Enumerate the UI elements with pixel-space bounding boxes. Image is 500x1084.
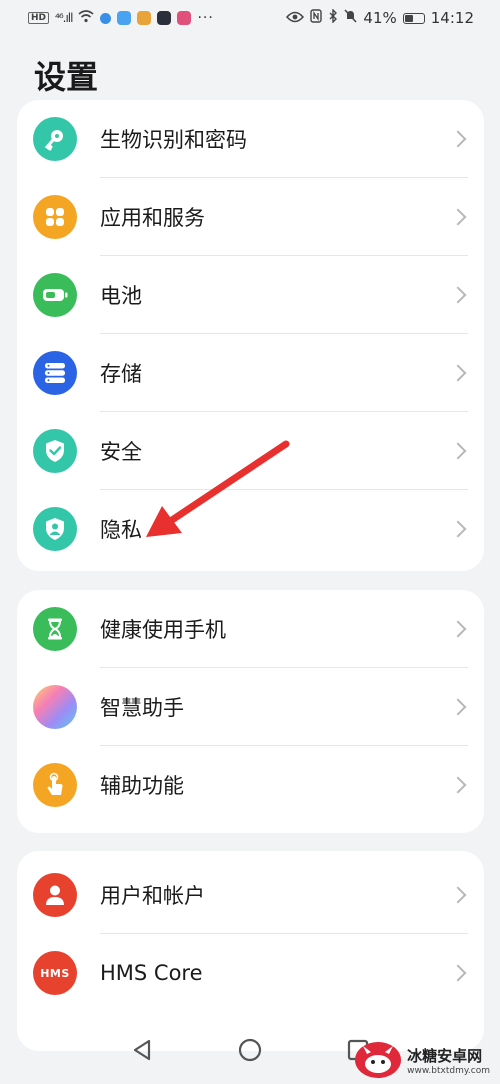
settings-item-label: 健康使用手机	[100, 618, 226, 642]
hms-icon: HMS	[33, 951, 77, 995]
photo-app-icon	[137, 11, 152, 25]
settings-item-privacy[interactable]: 隐私	[17, 490, 484, 568]
eye-comfort-icon	[286, 9, 305, 27]
chevron-right-icon	[449, 130, 467, 148]
status-bar: HD ⁴⁶.ıll ··· 41% 14:12	[0, 0, 500, 36]
settings-item-smart-assistant[interactable]: 智慧助手	[17, 668, 484, 746]
chevron-right-icon	[449, 520, 467, 538]
shield-check-icon	[33, 429, 77, 473]
hourglass-icon	[33, 607, 77, 651]
settings-item-battery[interactable]: 电池	[17, 256, 484, 334]
settings-item-label: HMS Core	[100, 961, 203, 985]
cloud-app-icon	[117, 11, 132, 25]
settings-group-security: 生物识别和密码 应用和服务 电池 存储 安全 隐私	[17, 100, 484, 571]
user-icon	[33, 873, 77, 917]
chevron-right-icon	[449, 286, 467, 304]
chevron-right-icon	[449, 964, 467, 982]
cellular-signal-icon: ⁴⁶.ıll	[55, 11, 73, 25]
storage-icon	[33, 351, 77, 395]
settings-item-label: 存储	[100, 362, 142, 386]
mute-bell-icon	[344, 9, 357, 27]
settings-item-accessibility[interactable]: 辅助功能	[17, 746, 484, 824]
watermark-logo	[355, 1042, 402, 1078]
chevron-right-icon	[449, 364, 467, 382]
back-button[interactable]	[131, 1038, 153, 1066]
chevron-right-icon	[449, 208, 467, 226]
battery-percent: 41%	[363, 9, 397, 27]
settings-item-storage[interactable]: 存储	[17, 334, 484, 412]
chevron-right-icon	[449, 620, 467, 638]
chevron-right-icon	[449, 776, 467, 794]
chevron-right-icon	[449, 698, 467, 716]
settings-item-label: 电池	[100, 284, 142, 308]
settings-item-label: 应用和服务	[100, 206, 205, 230]
chevron-right-icon	[449, 442, 467, 460]
app-notification-icon	[100, 12, 112, 24]
hms-icon-text: HMS	[40, 966, 70, 980]
key-icon	[33, 117, 77, 161]
wifi-icon	[78, 9, 94, 27]
clock: 14:12	[430, 9, 474, 27]
assistant-orb-icon	[33, 685, 77, 729]
watermark-text: 冰糖安卓网	[407, 1046, 483, 1065]
settings-item-label: 生物识别和密码	[100, 128, 247, 152]
privacy-icon	[33, 507, 77, 551]
more-notifications-icon: ···	[197, 10, 214, 26]
battery-icon	[33, 273, 77, 317]
settings-item-hms-core[interactable]: HMS HMS Core	[17, 934, 484, 1012]
page-title: 设置	[34, 58, 99, 96]
watermark: 冰糖安卓网 www.btxtdmy.com	[355, 1042, 490, 1078]
settings-item-digital-balance[interactable]: 健康使用手机	[17, 590, 484, 668]
hd-icon: HD	[28, 12, 50, 24]
settings-item-label: 用户和帐户	[100, 884, 205, 908]
watermark-url: www.btxtdmy.com	[407, 1065, 490, 1076]
settings-item-security[interactable]: 安全	[17, 412, 484, 490]
settings-item-label: 隐私	[100, 518, 142, 542]
settings-group-usage: 健康使用手机 智慧助手 辅助功能	[17, 590, 484, 833]
chevron-right-icon	[449, 886, 467, 904]
chat-app-icon	[157, 11, 172, 25]
settings-item-users-accounts[interactable]: 用户和帐户	[17, 856, 484, 934]
settings-item-biometrics[interactable]: 生物识别和密码	[17, 100, 484, 178]
settings-item-label: 安全	[100, 440, 142, 464]
nfc-icon	[310, 9, 323, 27]
settings-item-apps-services[interactable]: 应用和服务	[17, 178, 484, 256]
settings-item-label: 辅助功能	[100, 774, 184, 798]
hand-icon	[33, 763, 77, 807]
battery-icon	[402, 12, 425, 24]
bluetooth-icon	[328, 8, 338, 27]
home-button[interactable]	[237, 1037, 263, 1067]
colorful-app-icon	[177, 11, 192, 25]
apps-icon	[33, 195, 77, 239]
settings-item-label: 智慧助手	[100, 696, 184, 720]
